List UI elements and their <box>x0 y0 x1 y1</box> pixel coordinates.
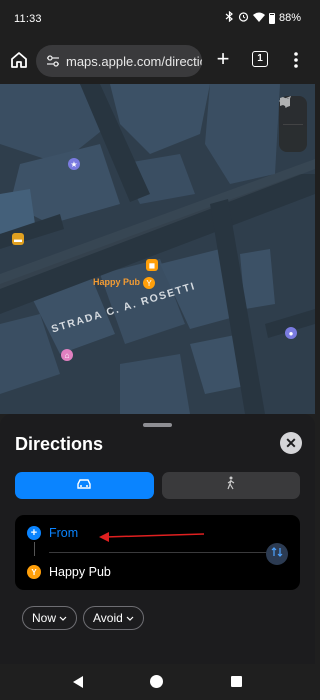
chevron-down-icon <box>59 611 67 625</box>
poi-label[interactable]: Happy Pub <box>93 277 140 287</box>
shop-poi-icon[interactable]: ◼ <box>146 259 158 271</box>
location-poi-icon[interactable]: ● <box>285 327 297 339</box>
map-canvas <box>0 84 315 414</box>
url-bar[interactable]: maps.apple.com/directio <box>36 45 202 77</box>
from-field[interactable]: + From <box>27 523 78 543</box>
directions-sheet: Directions ✕ + From Y Happy Pub Now Avoi… <box>0 414 315 664</box>
route-options: Now Avoid <box>22 606 144 630</box>
chevron-down-icon <box>126 611 134 625</box>
map-controls <box>279 96 307 152</box>
menu-icon[interactable] <box>288 50 304 70</box>
recents-icon[interactable] <box>231 676 242 687</box>
walk-icon <box>225 476 237 495</box>
site-settings-icon[interactable] <box>46 54 60 68</box>
car-icon <box>76 477 92 495</box>
time-option-label: Now <box>32 611 57 625</box>
restaurant-poi-icon[interactable]: ▬ <box>12 233 24 245</box>
swap-route-button[interactable] <box>266 543 288 565</box>
route-divider <box>49 552 270 553</box>
alarm-icon <box>238 11 249 25</box>
browser-toolbar: maps.apple.com/directio + 1 <box>0 38 315 84</box>
time-option-chip[interactable]: Now <box>22 606 78 630</box>
route-card: + From Y Happy Pub <box>15 515 300 590</box>
sheet-grabber[interactable] <box>143 423 172 427</box>
swap-icon <box>271 545 283 563</box>
wifi-icon <box>252 12 265 25</box>
annotation-arrow-icon <box>99 532 205 542</box>
transport-modes <box>15 472 300 499</box>
landmark-poi-icon[interactable]: ⌂ <box>61 349 73 361</box>
battery-icon <box>268 12 275 24</box>
tabs-icon[interactable]: 1 <box>252 51 268 67</box>
avoid-option-label: Avoid <box>93 611 123 625</box>
url-text: maps.apple.com/directio <box>66 53 202 69</box>
star-poi-icon[interactable]: ★ <box>68 158 80 170</box>
pub-icon: Y <box>27 565 41 579</box>
directions-title: Directions <box>15 434 104 454</box>
home-nav-icon[interactable] <box>150 675 163 688</box>
map-view[interactable]: ★ ▬ ◼ Y ⌂ ● STRADA C. A. ROSETTI Happy P… <box>0 84 315 414</box>
close-button[interactable]: ✕ <box>280 432 302 454</box>
to-field[interactable]: Y Happy Pub <box>27 562 111 582</box>
route-connector <box>34 542 35 556</box>
locate-icon[interactable] <box>279 96 307 153</box>
walk-mode-button[interactable] <box>161 472 300 499</box>
new-tab-icon[interactable]: + <box>212 48 234 70</box>
status-time: 11:33 <box>14 13 42 25</box>
avoid-option-chip[interactable]: Avoid <box>83 606 144 630</box>
status-icons: 88% <box>225 10 301 25</box>
status-bar: 11:33 88% <box>0 0 315 38</box>
plus-icon: + <box>27 526 41 540</box>
pub-poi-icon[interactable]: Y <box>143 277 155 289</box>
system-nav-bar <box>0 664 315 700</box>
from-label: From <box>49 526 79 540</box>
screen: 11:33 88% maps.apple.com/directio + 1 ★ … <box>0 0 315 700</box>
bluetooth-icon <box>225 10 234 25</box>
back-icon[interactable] <box>72 675 84 694</box>
to-label: Happy Pub <box>49 565 111 579</box>
home-icon[interactable] <box>8 49 30 71</box>
drive-mode-button[interactable] <box>15 472 154 499</box>
battery-percent: 88% <box>278 12 301 24</box>
